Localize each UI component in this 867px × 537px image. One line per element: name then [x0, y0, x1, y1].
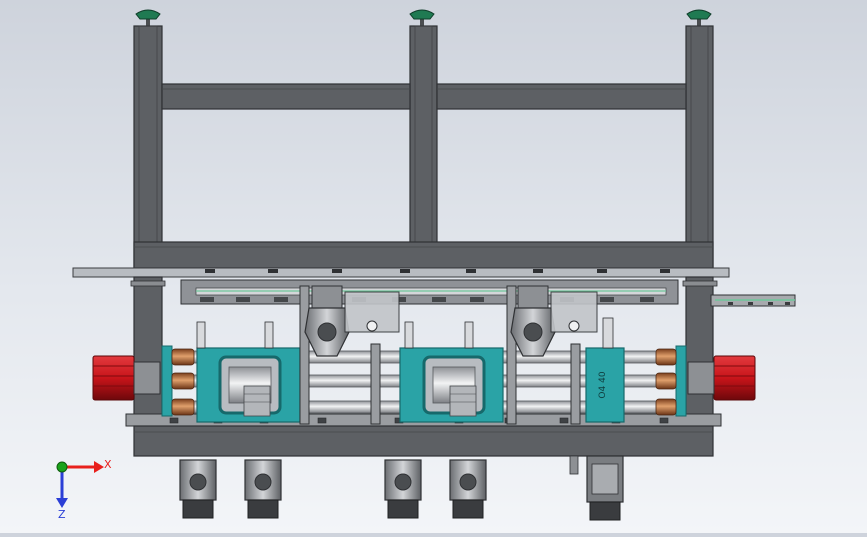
end-plate-right: [675, 345, 687, 417]
part-label: O4 40: [598, 371, 608, 398]
gearbox-left: [304, 285, 400, 357]
z-axis-label: Z: [58, 508, 66, 521]
y-axis-origin: [56, 461, 68, 473]
column-middle: [409, 25, 438, 269]
servo-motor-right: [687, 355, 756, 401]
z-axis-arrow: [56, 467, 68, 508]
x-axis-arrow: [62, 461, 104, 473]
base-beam: [133, 425, 714, 457]
leg-right: [685, 276, 714, 418]
bottom-gearmotor-3: [384, 459, 422, 519]
servo-motor-left: [92, 355, 161, 401]
leveling-pad-middle: [409, 9, 435, 28]
leveling-pad-left: [135, 9, 161, 28]
column-left: [133, 25, 163, 269]
leg-left: [133, 276, 163, 418]
bottom-gearmotor-1: [179, 459, 217, 519]
bottom-gearmotor-4: [449, 459, 487, 519]
upper-frame: [133, 9, 714, 269]
bottom-motor-5: [569, 455, 624, 521]
bottom-gearmotor-2: [244, 459, 282, 519]
cad-viewport[interactable]: O4 40 X Z: [0, 0, 867, 533]
clamp-block-left: [196, 347, 301, 423]
column-right: [685, 25, 714, 269]
end-plate-left: [161, 345, 173, 417]
leveling-pad-right: [686, 9, 712, 28]
middle-beam: [133, 241, 714, 269]
gearbox-right: [510, 285, 598, 357]
upper-beam-right: [436, 83, 687, 110]
clamp-block-right: O4 40: [585, 347, 625, 423]
assembly-drawing: O4 40 X Z: [56, 9, 796, 521]
clamp-block-middle: [399, 347, 504, 423]
x-axis-label: X: [104, 458, 112, 471]
upper-beam-left: [161, 83, 411, 110]
coordinate-triad[interactable]: X Z: [56, 458, 112, 521]
